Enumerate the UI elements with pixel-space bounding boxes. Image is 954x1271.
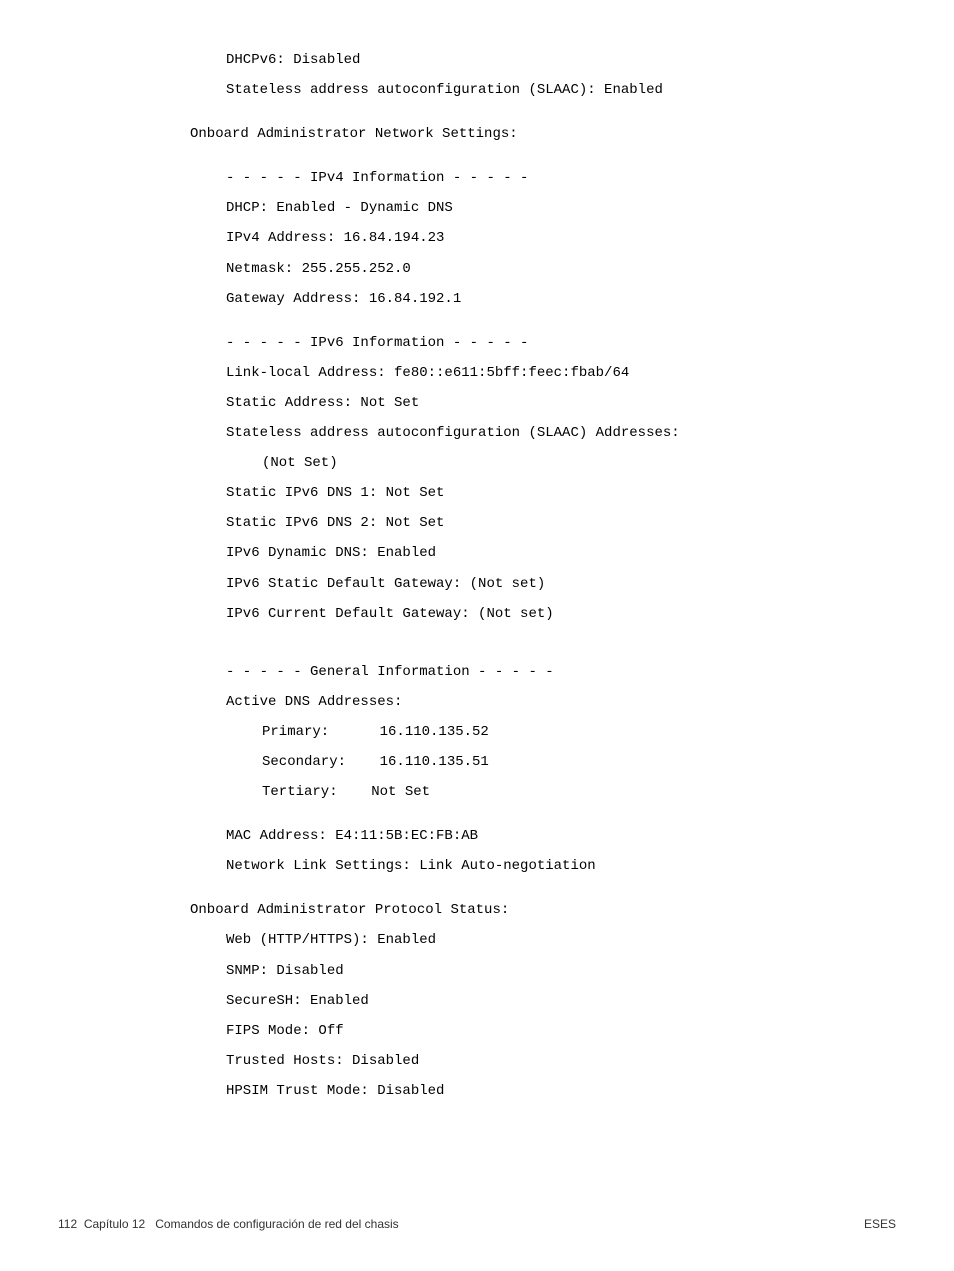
config-line: Gateway Address: 16.84.192.1 (190, 284, 954, 314)
footer-right: ESES (864, 1217, 896, 1231)
config-line: DHCPv6: Disabled (190, 45, 954, 75)
document-body: DHCPv6: Disabled Stateless address autoc… (0, 45, 954, 1106)
config-line: Static Address: Not Set (190, 388, 954, 418)
config-line: Static IPv6 DNS 2: Not Set (190, 508, 954, 538)
config-line: Trusted Hosts: Disabled (190, 1046, 954, 1076)
config-line: Web (HTTP/HTTPS): Enabled (190, 925, 954, 955)
config-line: MAC Address: E4:11:5B:EC:FB:AB (190, 821, 954, 851)
config-line: (Not Set) (190, 448, 954, 478)
config-line: DHCP: Enabled - Dynamic DNS (190, 193, 954, 223)
config-line: SecureSH: Enabled (190, 986, 954, 1016)
config-line: - - - - - General Information - - - - - (190, 657, 954, 687)
config-line: Link-local Address: fe80::e611:5bff:feec… (190, 358, 954, 388)
config-line: IPv6 Dynamic DNS: Enabled (190, 538, 954, 568)
config-line: - - - - - IPv6 Information - - - - - (190, 328, 954, 358)
config-line: Primary: 16.110.135.52 (190, 717, 954, 747)
config-line: IPv6 Static Default Gateway: (Not set) (190, 569, 954, 599)
config-line: IPv4 Address: 16.84.194.23 (190, 223, 954, 253)
section-header: Onboard Administrator Protocol Status: (190, 895, 954, 925)
config-line: - - - - - IPv4 Information - - - - - (190, 163, 954, 193)
config-line: SNMP: Disabled (190, 956, 954, 986)
config-line: Secondary: 16.110.135.51 (190, 747, 954, 777)
config-line: IPv6 Current Default Gateway: (Not set) (190, 599, 954, 629)
footer-left: 112 Capítulo 12 Comandos de configuració… (58, 1217, 399, 1231)
config-line: Stateless address autoconfiguration (SLA… (190, 75, 954, 105)
page-footer: 112 Capítulo 12 Comandos de configuració… (0, 1217, 954, 1231)
section-header: Onboard Administrator Network Settings: (190, 119, 954, 149)
config-line: Netmask: 255.255.252.0 (190, 254, 954, 284)
config-line: HPSIM Trust Mode: Disabled (190, 1076, 954, 1106)
config-line: Stateless address autoconfiguration (SLA… (190, 418, 954, 448)
config-line: Network Link Settings: Link Auto-negotia… (190, 851, 954, 881)
chapter-title: Capítulo 12 Comandos de configuración de… (84, 1217, 399, 1231)
config-line: Tertiary: Not Set (190, 777, 954, 807)
page-number: 112 (58, 1217, 77, 1231)
config-line: Active DNS Addresses: (190, 687, 954, 717)
config-line: FIPS Mode: Off (190, 1016, 954, 1046)
config-line: Static IPv6 DNS 1: Not Set (190, 478, 954, 508)
